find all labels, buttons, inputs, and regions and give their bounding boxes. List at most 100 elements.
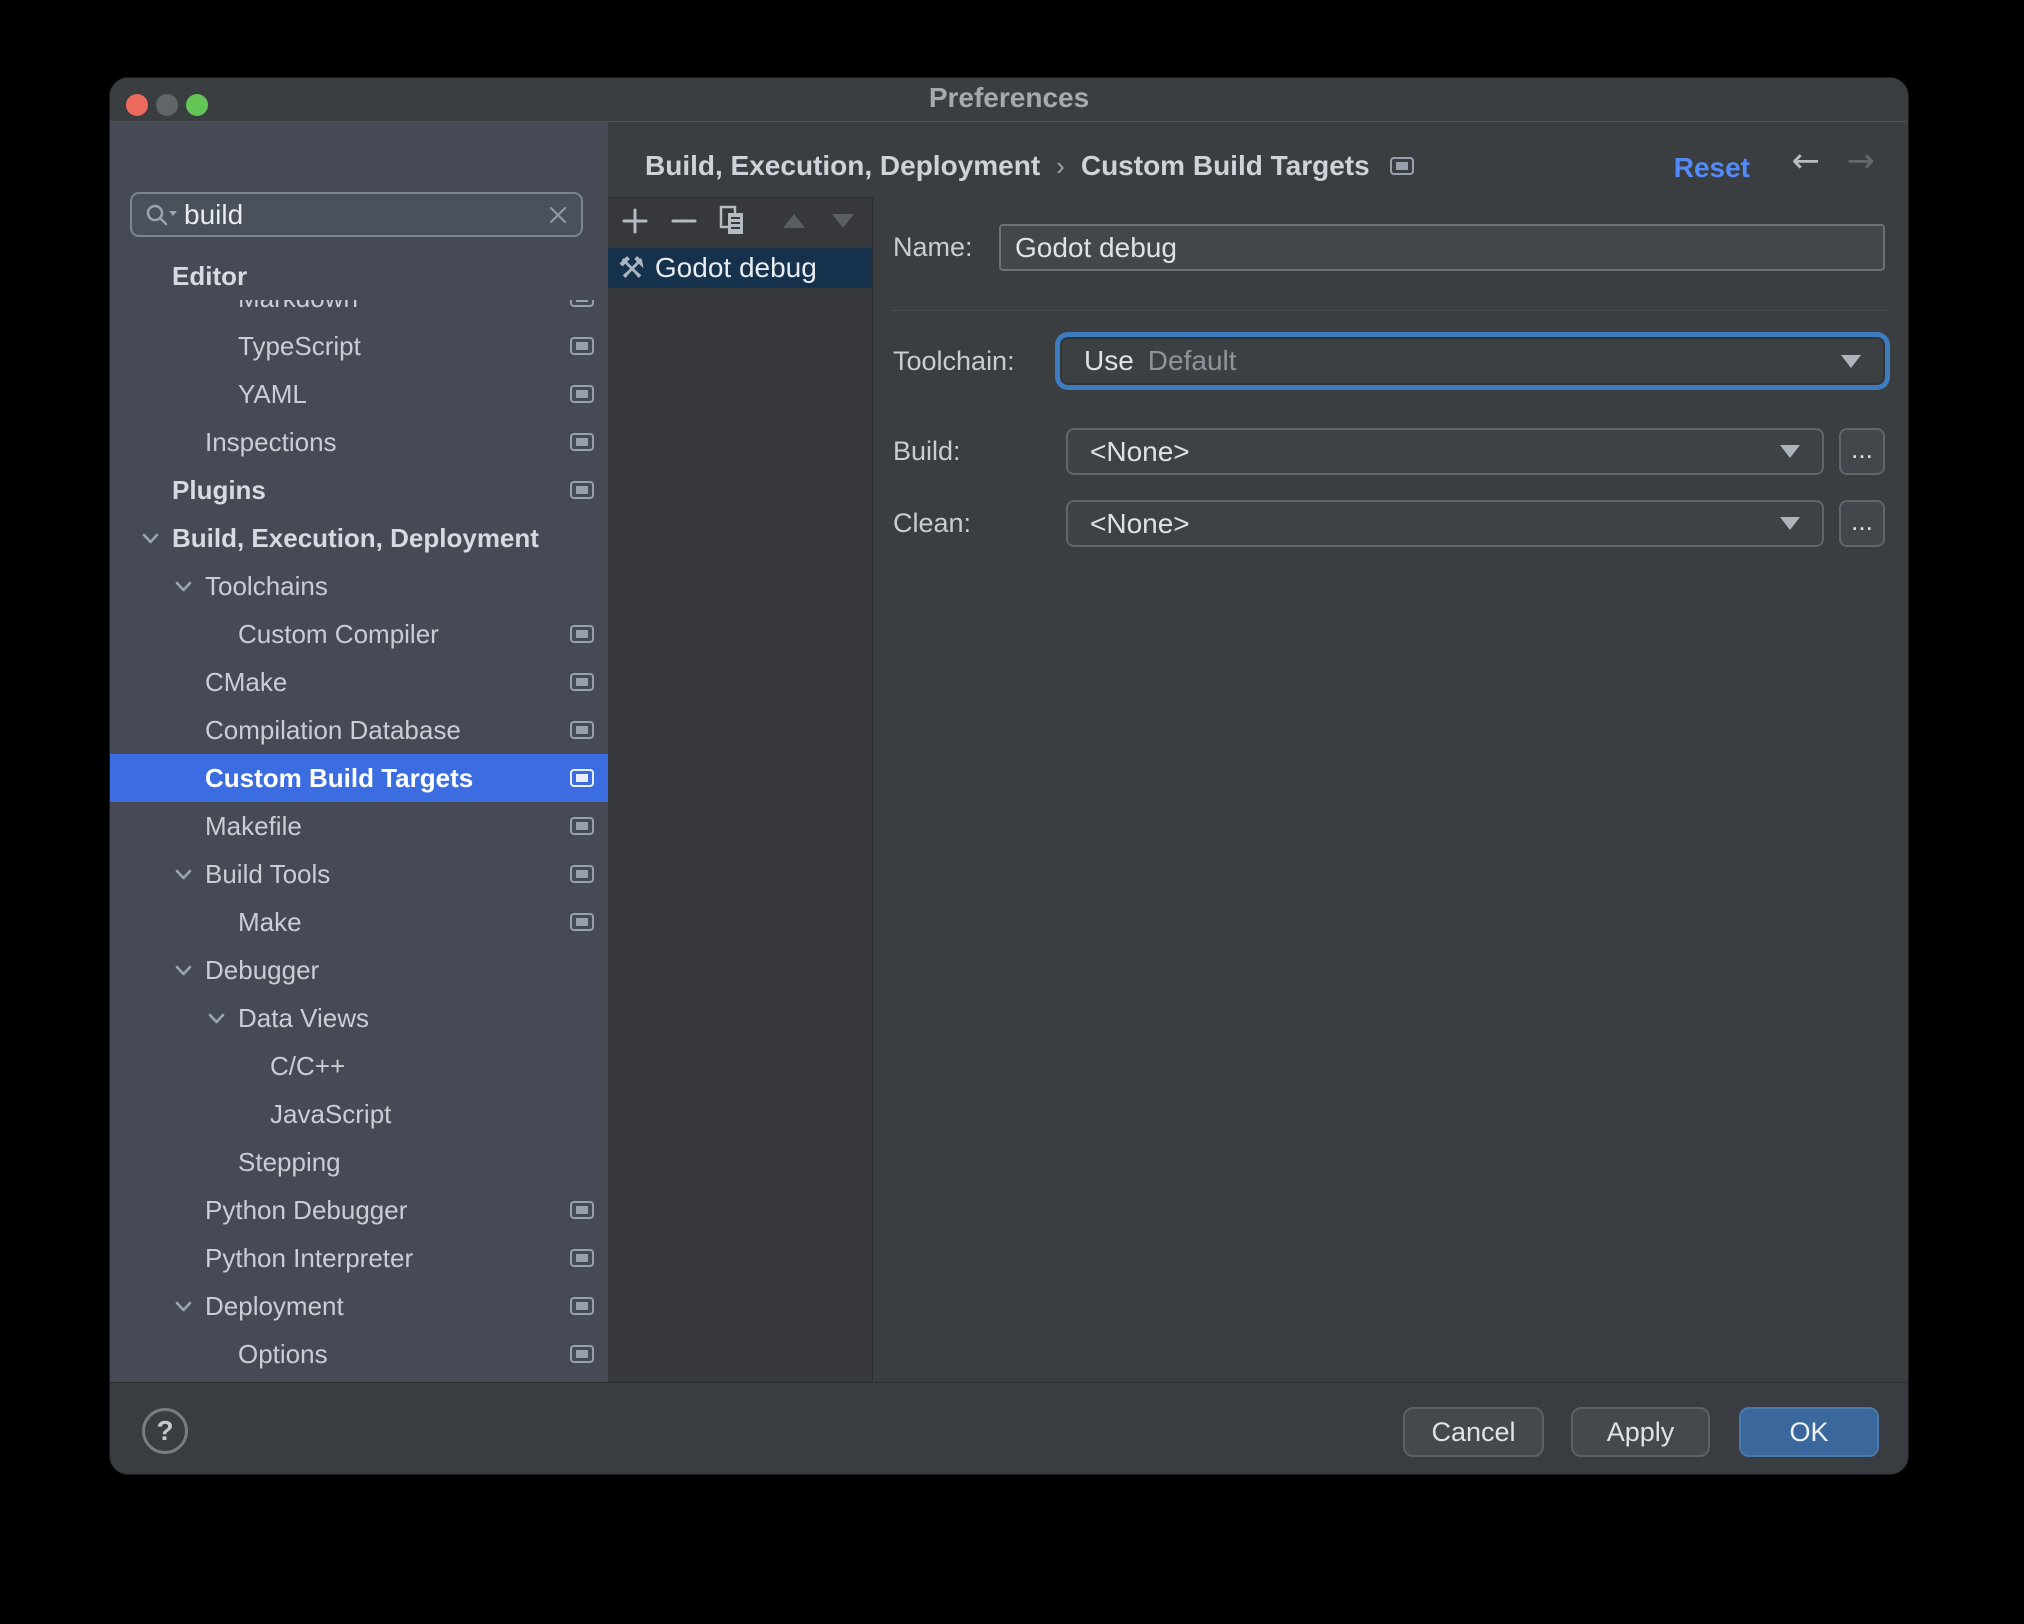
build-tools-icon: ⚒ (618, 250, 645, 286)
sidebar-item-typescript[interactable]: TypeScript (110, 322, 608, 370)
sidebar-item-c-c++[interactable]: C/C++ (110, 1042, 608, 1090)
sidebar-item-python-interpreter[interactable]: Python Interpreter (110, 1234, 608, 1282)
toolchain-selected-prefix: Use (1084, 345, 1134, 376)
breadcrumb-current: Custom Build Targets (1080, 150, 1370, 181)
settings-tree: EditorMarkdownTypeScriptYAMLInspectionsP… (110, 252, 608, 1382)
sidebar-item-python-debugger[interactable]: Python Debugger (110, 1186, 608, 1234)
sidebar-item-label: Python Debugger (205, 1194, 408, 1225)
build-target-item[interactable]: ⚒ Godot debug (608, 248, 872, 288)
screen: Preferences build Editor TypeScript YAML… (0, 0, 2024, 1624)
project-level-icon (570, 433, 594, 451)
search-input[interactable] (178, 198, 547, 231)
help-button[interactable]: ? (142, 1408, 188, 1454)
sidebar-item-javascript[interactable]: JavaScript (110, 1090, 608, 1138)
add-target-button[interactable] (620, 206, 650, 236)
move-down-button[interactable] (828, 206, 858, 236)
sidebar-item-cmake[interactable]: CMake (110, 658, 608, 706)
sidebar-item-label: JavaScript (270, 1098, 392, 1129)
project-level-icon (570, 1297, 594, 1315)
sidebar-item-label: Python Interpreter (205, 1242, 414, 1273)
sidebar-item-toolchains[interactable]: Toolchains (110, 562, 608, 610)
reset-link[interactable]: Reset (1674, 152, 1750, 184)
sidebar-item-plugins[interactable]: Plugins (110, 466, 608, 514)
sidebar-item-label: Plugins (172, 474, 266, 505)
sidebar-item-deployment[interactable]: Deployment (110, 1282, 608, 1330)
sidebar-item-debugger[interactable]: Debugger (110, 946, 608, 994)
sidebar-item-label: Makefile (205, 810, 302, 841)
cancel-button[interactable]: Cancel (1403, 1407, 1544, 1457)
sidebar-item-build-tools[interactable]: Build Tools (110, 850, 608, 898)
breadcrumb-parent[interactable]: Build, Execution, Deployment (645, 150, 1040, 182)
sidebar-item-make[interactable]: Make (110, 898, 608, 946)
breadcrumb: Build, Execution, Deployment › Custom Bu… (645, 150, 1414, 182)
sidebar-item-label: Stepping (238, 1146, 341, 1177)
sidebar-item-label: CMake (205, 666, 288, 697)
project-level-icon (570, 385, 594, 403)
sidebar-item-custom-build-targets[interactable]: Custom Build Targets (110, 754, 608, 802)
window-title: Preferences (928, 82, 1090, 113)
toolchain-selected-value: Default (1147, 345, 1237, 376)
dialog-footer: ? Cancel Apply OK (110, 1382, 1908, 1474)
name-label: Name: (893, 232, 973, 262)
custom-build-target-form: Name: Toolchain: Use Default Build: <Non… (873, 197, 1908, 1382)
sidebar-item-label: Editor (172, 260, 248, 291)
build-target-label: Godot debug (654, 252, 817, 283)
clear-search-icon[interactable] (547, 204, 569, 226)
sidebar-item-data-views[interactable]: Data Views (110, 994, 608, 1042)
project-level-icon (570, 769, 594, 787)
project-level-icon (570, 817, 594, 835)
breadcrumb-separator-icon: › (1056, 150, 1065, 181)
project-level-icon (570, 625, 594, 643)
project-level-icon (570, 1345, 594, 1363)
project-level-icon (570, 337, 594, 355)
chevron-expanded-icon (175, 965, 192, 975)
sidebar-item-label: Build Tools (205, 858, 331, 889)
preferences-window: Preferences build Editor TypeScript YAML… (110, 78, 1908, 1474)
move-up-button[interactable] (779, 206, 809, 236)
form-separator (892, 310, 1889, 311)
sidebar-item-options[interactable]: Options (110, 1330, 608, 1378)
chevron-expanded-icon (208, 1013, 225, 1023)
sidebar-item-compilation-database[interactable]: Compilation Database (110, 706, 608, 754)
sidebar-item-inspections[interactable]: Inspections (110, 418, 608, 466)
sidebar-item-build-execution-deployment[interactable]: Build, Execution, Deployment (110, 514, 608, 562)
project-level-icon (570, 673, 594, 691)
sidebar-item-yaml[interactable]: YAML (110, 370, 608, 418)
sidebar-item-label: Make (238, 906, 302, 937)
sidebar-item-stepping[interactable]: Stepping (110, 1138, 608, 1186)
sidebar-item-label: YAML (238, 378, 307, 409)
forward-arrow-icon[interactable]: → (1847, 144, 1876, 178)
sidebar-item-label: Deployment (205, 1290, 344, 1321)
titlebar: Preferences (110, 78, 1908, 122)
settings-sidebar: EditorMarkdownTypeScriptYAMLInspectionsP… (110, 122, 609, 1382)
search-icon (144, 202, 178, 228)
settings-search-box[interactable] (130, 192, 583, 237)
name-field[interactable] (999, 224, 1885, 271)
project-level-icon (570, 721, 594, 739)
copy-target-button[interactable] (718, 205, 748, 236)
build-select[interactable]: <None> (1066, 428, 1824, 475)
sidebar-item-editor[interactable]: Editor (110, 252, 608, 300)
remove-target-button[interactable] (669, 206, 699, 236)
build-label: Build: (893, 436, 961, 466)
sidebar-item-label: Data Views (238, 1002, 370, 1033)
clean-label: Clean: (893, 508, 972, 538)
clean-browse-button[interactable]: ... (1839, 500, 1885, 547)
chevron-expanded-icon (175, 581, 192, 591)
project-level-icon (570, 481, 594, 499)
sidebar-item-label: Debugger (205, 954, 320, 985)
sidebar-item-makefile[interactable]: Makefile (110, 802, 608, 850)
clean-select[interactable]: <None> (1066, 500, 1824, 547)
apply-button[interactable]: Apply (1571, 1407, 1710, 1457)
chevron-expanded-icon (175, 1301, 192, 1311)
sidebar-item-label: TypeScript (238, 330, 361, 361)
back-arrow-icon[interactable]: ← (1792, 144, 1821, 178)
toolchain-select[interactable]: Use Default (1060, 337, 1885, 385)
sidebar-item-custom-compiler[interactable]: Custom Compiler (110, 610, 608, 658)
sidebar-item-label: C/C++ (270, 1050, 346, 1081)
ok-button[interactable]: OK (1739, 1407, 1879, 1457)
sidebar-item-label: Compilation Database (205, 714, 461, 745)
build-browse-button[interactable]: ... (1839, 428, 1885, 475)
project-level-icon (570, 913, 594, 931)
build-targets-panel: ⚒ Godot debug (608, 197, 873, 1382)
